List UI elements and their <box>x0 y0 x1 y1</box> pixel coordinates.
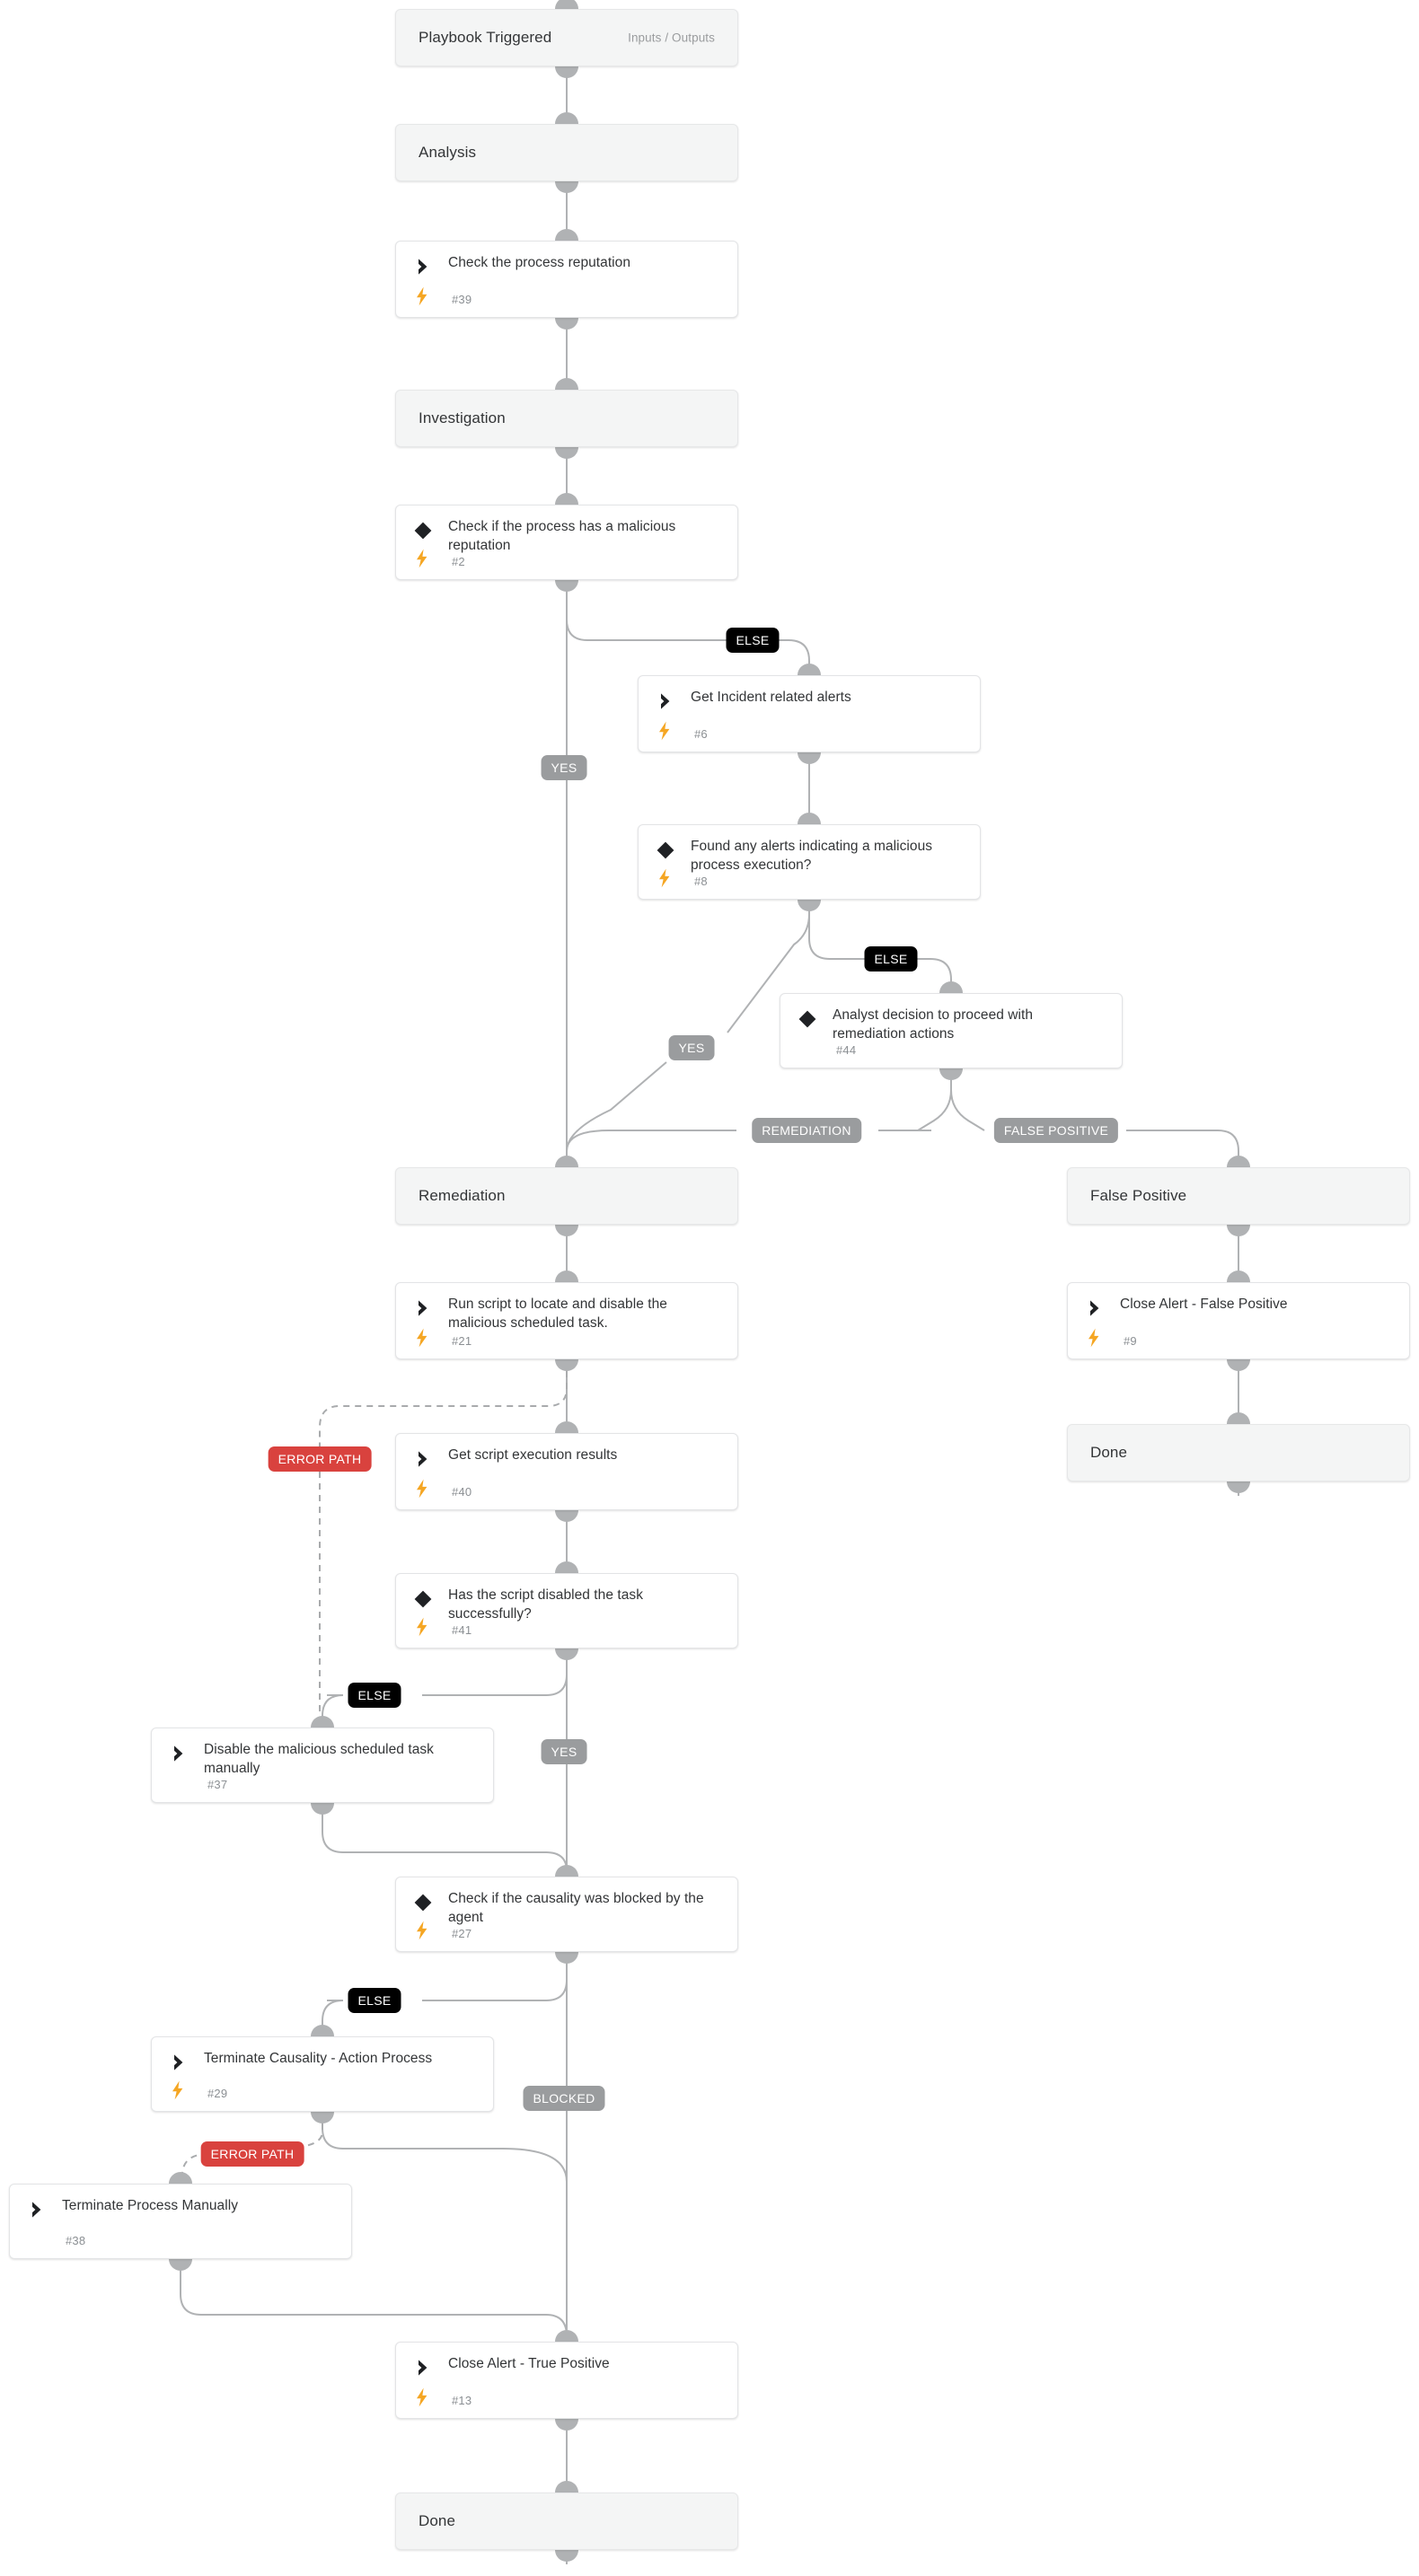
node-label: Playbook Triggered <box>419 29 552 46</box>
node-done_tp[interactable]: Done <box>395 2492 738 2550</box>
node-id: #40 <box>452 1485 472 1499</box>
chevron-icon <box>26 2199 48 2220</box>
node-id: #6 <box>694 727 708 741</box>
edge-label-else2[interactable]: ELSE <box>864 946 918 971</box>
diamond-icon <box>412 1588 434 1610</box>
diamond-icon <box>412 1892 434 1913</box>
node-title: Has the script disabled the task success… <box>448 1587 643 1622</box>
node-title: Found any alerts indicating a malicious … <box>691 839 933 873</box>
lightning-bolt-icon <box>414 286 430 306</box>
lightning-bolt-icon <box>414 1479 430 1499</box>
node-label: Done <box>419 2512 456 2529</box>
edge-label-yes2[interactable]: YES <box>668 1035 715 1060</box>
node-id: #21 <box>452 1334 472 1348</box>
edge-label-err1[interactable]: ERROR PATH <box>268 1446 372 1472</box>
node-label: Remediation <box>419 1187 506 1204</box>
lightning-bolt-icon <box>414 549 430 568</box>
node-id: #38 <box>66 2234 86 2247</box>
edge-label-blocked[interactable]: BLOCKED <box>523 2086 605 2111</box>
edge-label-else4[interactable]: ELSE <box>348 1988 401 2013</box>
node-id: #39 <box>452 293 472 306</box>
diamond-icon <box>655 840 676 861</box>
edge-label-else3[interactable]: ELSE <box>348 1683 401 1708</box>
lightning-bolt-icon <box>170 2080 186 2100</box>
node-title: Close Alert - False Positive <box>1120 1297 1288 1312</box>
node-title: Get Incident related alerts <box>691 690 851 705</box>
node-id: #44 <box>836 1043 857 1057</box>
node-title: Close Alert - True Positive <box>448 2356 610 2371</box>
node-id: #9 <box>1124 1334 1137 1348</box>
node-c44[interactable]: Analyst decision to proceed with remedia… <box>780 993 1123 1068</box>
edge-label-remed[interactable]: REMEDIATION <box>752 1118 861 1143</box>
node-label: False Positive <box>1090 1187 1187 1204</box>
lightning-bolt-icon <box>414 1921 430 1940</box>
node-t9[interactable]: Close Alert - False Positive #9 <box>1067 1282 1410 1359</box>
node-t6[interactable]: Get Incident related alerts #6 <box>638 675 981 752</box>
chevron-icon <box>412 1297 434 1319</box>
node-t21[interactable]: Run script to locate and disable the mal… <box>395 1282 738 1359</box>
node-falsepos[interactable]: False Positive <box>1067 1167 1410 1225</box>
node-id: #29 <box>207 2087 228 2100</box>
node-title: Check if the causality was blocked by th… <box>448 1891 704 1925</box>
node-t39[interactable]: Check the process reputation #39 <box>395 241 738 318</box>
edge-label-err2[interactable]: ERROR PATH <box>200 2141 304 2167</box>
lightning-bolt-icon <box>657 721 673 741</box>
node-title: Run script to locate and disable the mal… <box>448 1297 667 1331</box>
chevron-icon <box>412 1448 434 1470</box>
chevron-icon <box>168 2052 189 2073</box>
node-title: Check if the process has a malicious rep… <box>448 519 676 553</box>
lightning-bolt-icon <box>414 2387 430 2407</box>
edge-label-yes1[interactable]: YES <box>541 755 587 780</box>
lightning-bolt-icon <box>414 1328 430 1348</box>
node-id: #27 <box>452 1927 472 1940</box>
chevron-icon <box>655 690 676 712</box>
node-remediation[interactable]: Remediation <box>395 1167 738 1225</box>
node-id: #13 <box>452 2394 472 2407</box>
node-title: Analyst decision to proceed with remedia… <box>833 1007 1034 1042</box>
lightning-bolt-icon <box>657 868 673 888</box>
node-c41[interactable]: Has the script disabled the task success… <box>395 1573 738 1648</box>
node-title: Disable the malicious scheduled task man… <box>204 1742 434 1776</box>
node-c2[interactable]: Check if the process has a malicious rep… <box>395 505 738 580</box>
node-t29[interactable]: Terminate Causality - Action Process #29 <box>151 2036 494 2112</box>
diamond-icon <box>797 1008 818 1030</box>
edge-label-else1[interactable]: ELSE <box>726 628 780 653</box>
playbook-canvas[interactable]: Playbook Triggered Inputs / Outputs Analys… <box>0 0 1419 2576</box>
node-label: Analysis <box>419 144 477 161</box>
node-done_fp[interactable]: Done <box>1067 1424 1410 1481</box>
node-t38[interactable]: Terminate Process Manually #38 <box>9 2184 352 2259</box>
chevron-icon <box>1084 1297 1106 1319</box>
lightning-bolt-icon <box>1086 1328 1102 1348</box>
node-title: Check the process reputation <box>448 255 631 270</box>
node-title: Get script execution results <box>448 1447 618 1463</box>
node-label: Done <box>1090 1444 1128 1461</box>
node-c27[interactable]: Check if the causality was blocked by th… <box>395 1877 738 1952</box>
node-id: #8 <box>694 875 708 888</box>
chevron-icon <box>412 2357 434 2378</box>
node-t40[interactable]: Get script execution results #40 <box>395 1433 738 1510</box>
node-id: #2 <box>452 555 465 568</box>
node-t37[interactable]: Disable the malicious scheduled task man… <box>151 1728 494 1803</box>
chevron-icon <box>168 1743 189 1764</box>
node-trigger[interactable]: Playbook Triggered Inputs / Outputs <box>395 9 738 66</box>
node-title: Terminate Process Manually <box>62 2198 238 2213</box>
node-investigation[interactable]: Investigation <box>395 390 738 447</box>
diamond-icon <box>412 520 434 541</box>
node-label: Investigation <box>419 409 506 426</box>
edge-label-fpos[interactable]: FALSE POSITIVE <box>993 1118 1119 1143</box>
node-analysis[interactable]: Analysis <box>395 124 738 181</box>
node-t13[interactable]: Close Alert - True Positive #13 <box>395 2342 738 2419</box>
lightning-bolt-icon <box>414 1617 430 1637</box>
node-id: #37 <box>207 1778 228 1791</box>
node-c8[interactable]: Found any alerts indicating a malicious … <box>638 824 981 900</box>
node-title: Terminate Causality - Action Process <box>204 2051 433 2066</box>
chevron-icon <box>412 256 434 277</box>
edge-label-yes3[interactable]: YES <box>541 1739 587 1764</box>
inputs-outputs-label[interactable]: Inputs / Outputs <box>628 31 715 45</box>
node-id: #41 <box>452 1623 472 1637</box>
